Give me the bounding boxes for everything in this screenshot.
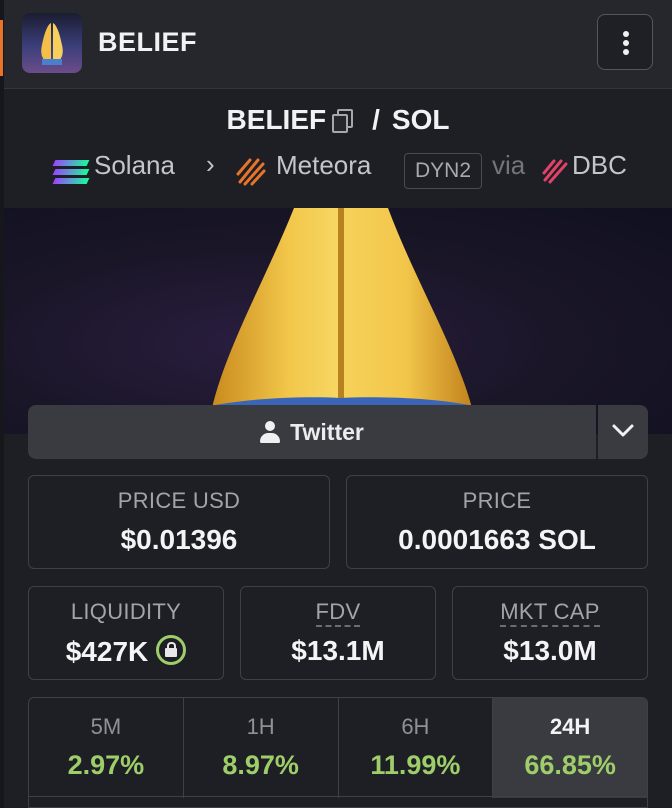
- meteora-icon: [236, 158, 266, 186]
- liquidity-box: LIQUIDITY $427K: [28, 586, 224, 680]
- copy-icon[interactable]: [332, 109, 354, 133]
- user-icon: [260, 421, 281, 443]
- twitter-button[interactable]: Twitter: [28, 405, 596, 459]
- price-usd-box: PRICE USD $0.01396: [28, 475, 330, 569]
- price-native-value: 0.0001663 SOL: [398, 524, 596, 555]
- price-change-value: 11.99%: [370, 750, 461, 780]
- praying-hands-icon: [41, 23, 63, 65]
- more-options-button[interactable]: [597, 14, 653, 70]
- price-native-box: PRICE 0.0001663 SOL: [346, 475, 648, 569]
- tab-24h[interactable]: 24H 66.85%: [493, 698, 647, 798]
- price-change-tabs: 5M 2.97% 1H 8.97% 6H 11.99% 24H 66.85%: [28, 697, 648, 808]
- launchpad-link[interactable]: DBC: [572, 150, 627, 181]
- mkt-cap-value: $13.0M: [503, 635, 597, 666]
- twitter-label: Twitter: [290, 418, 364, 445]
- dot: [623, 40, 629, 46]
- price-usd-value: $0.01396: [120, 524, 238, 555]
- fdv-value: $13.1M: [291, 635, 385, 666]
- socials-dropdown-button[interactable]: [598, 405, 648, 459]
- tab-label: 1H: [246, 714, 275, 739]
- pool-type-badge: DYN2: [404, 153, 483, 189]
- fdv-box: FDV $13.1M: [240, 586, 436, 680]
- dex-link[interactable]: Meteora: [276, 150, 371, 181]
- pair-separator: /: [372, 104, 380, 135]
- quote-symbol: SOL: [391, 104, 450, 135]
- solana-icon: [52, 160, 90, 184]
- praying-hands-image: [200, 208, 482, 434]
- token-header: BELIEF: [4, 0, 672, 89]
- price-native-label: PRICE: [462, 488, 532, 513]
- chain-link[interactable]: Solana: [94, 150, 175, 181]
- tab-6h[interactable]: 6H 11.99%: [339, 698, 494, 798]
- dbc-icon: [542, 159, 568, 184]
- via-label: via: [492, 150, 526, 180]
- active-indicator: [0, 20, 3, 76]
- divider: [28, 796, 648, 797]
- tab-label: 24H: [549, 714, 591, 739]
- price-change-value: 66.85%: [524, 750, 616, 780]
- mkt-cap-box: MKT CAP $13.0M: [452, 586, 648, 680]
- liquidity-value: $427K: [65, 636, 149, 667]
- liquidity-label: LIQUIDITY: [70, 599, 182, 624]
- mkt-cap-label[interactable]: MKT CAP: [500, 599, 600, 627]
- token-banner-image: [4, 208, 672, 434]
- token-name: BELIEF: [98, 27, 198, 57]
- route-info: Solana › Meteora DYN2 via DBC: [4, 149, 672, 192]
- tab-5m[interactable]: 5M 2.97%: [29, 698, 184, 798]
- lock-icon[interactable]: [156, 635, 187, 665]
- price-change-value: 8.97%: [222, 750, 299, 780]
- tab-1h[interactable]: 1H 8.97%: [184, 698, 339, 798]
- chevron-right-icon: ›: [206, 149, 215, 179]
- price-usd-label: PRICE USD: [117, 488, 241, 513]
- pair-title: BELIEF / SOL: [4, 104, 672, 136]
- dot: [623, 31, 629, 37]
- dot: [623, 49, 629, 55]
- base-symbol: BELIEF: [226, 104, 327, 135]
- tab-label: 5M: [90, 714, 122, 739]
- chevron-down-icon: [612, 424, 634, 437]
- token-logo: [22, 13, 82, 73]
- fdv-label[interactable]: FDV: [315, 599, 361, 627]
- tab-label: 6H: [401, 714, 430, 739]
- price-change-value: 2.97%: [67, 750, 145, 780]
